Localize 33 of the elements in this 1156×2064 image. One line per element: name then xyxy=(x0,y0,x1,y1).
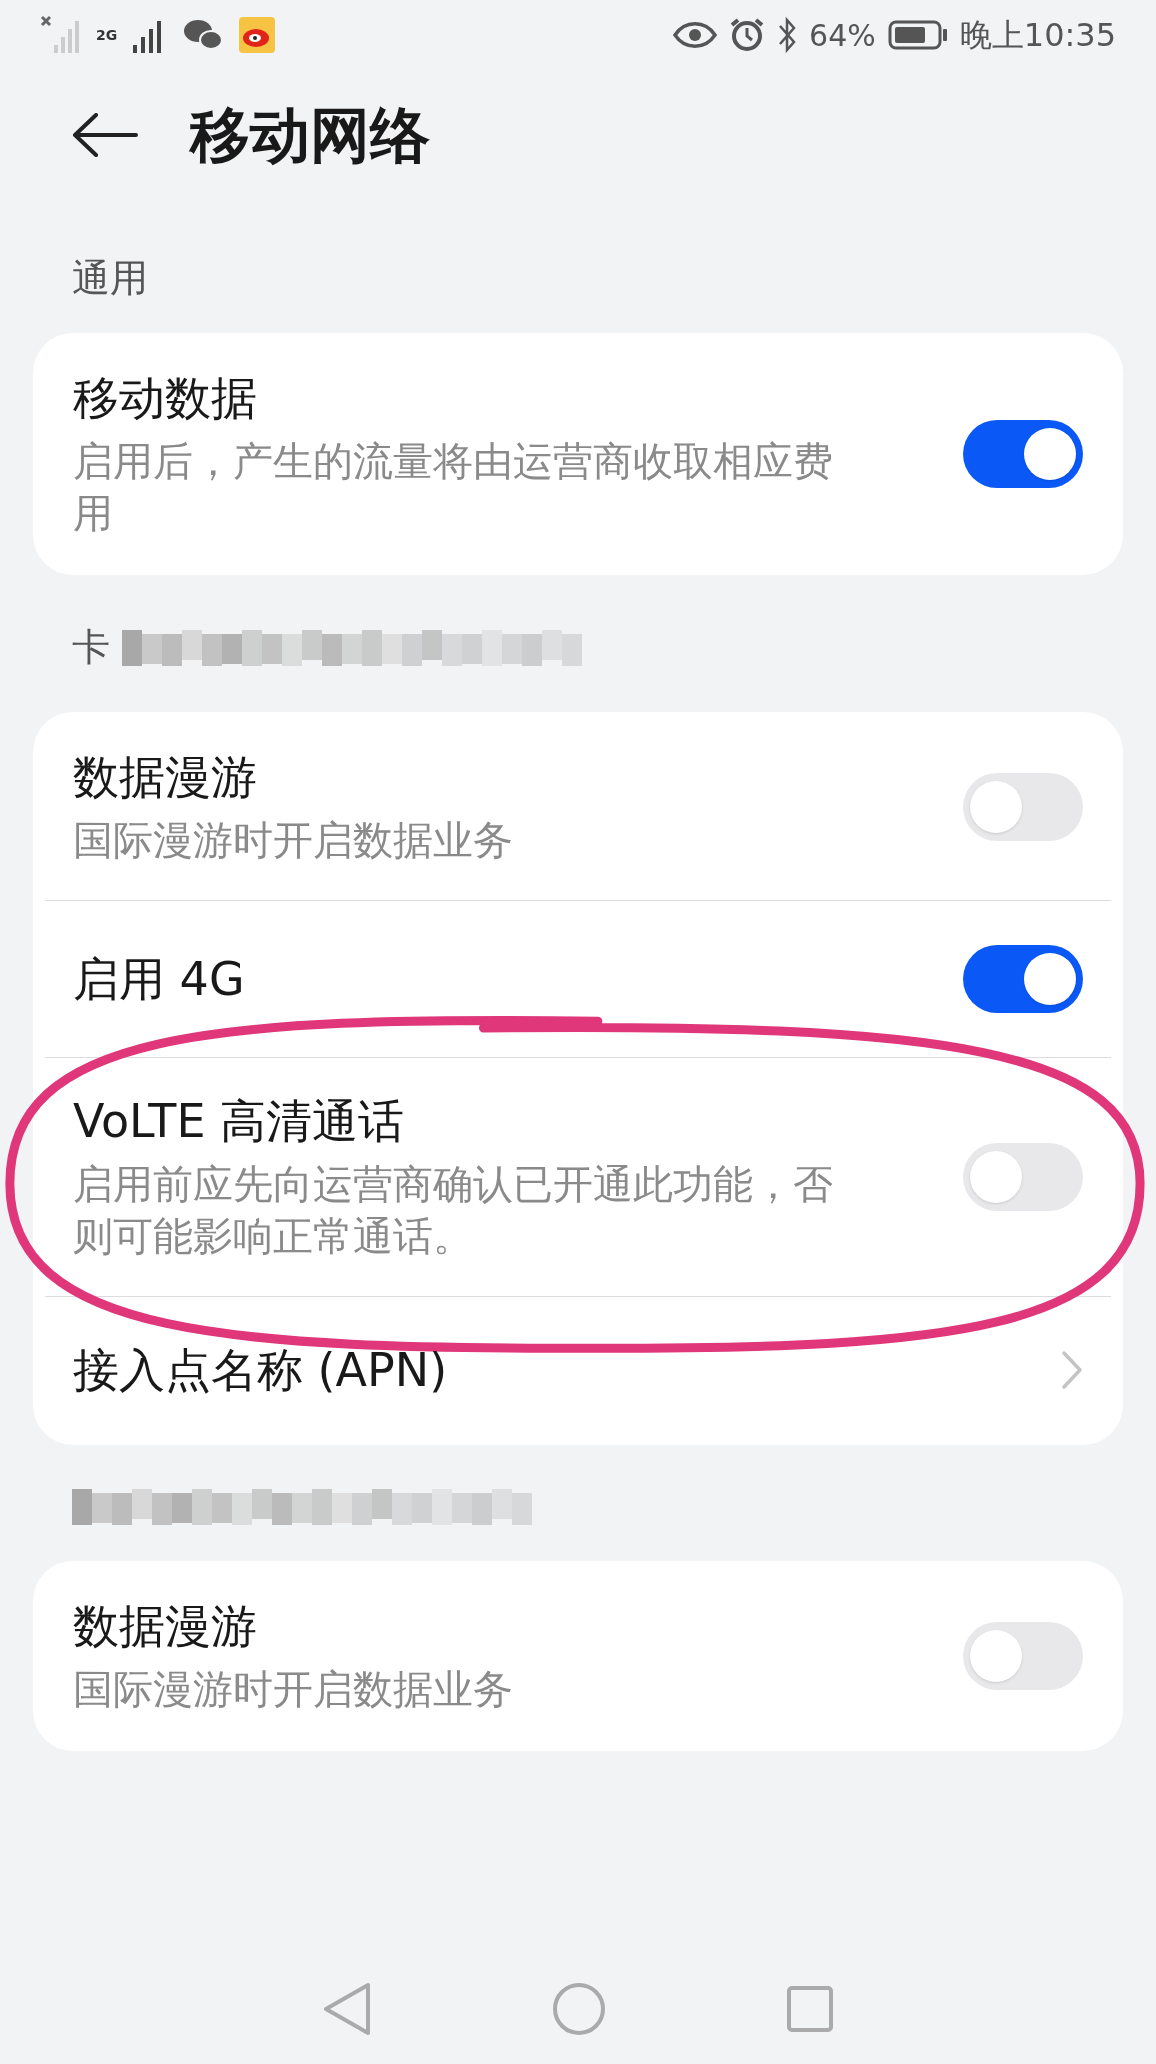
setting-description: 启用前应先向运营商确认已开通此功能，否则可能影响正常通话。 xyxy=(73,1160,834,1261)
setting-row[interactable]: VoLTE 高清通话 启用前应先向运营商确认已开通此功能，否则可能影响正常通话。 xyxy=(33,1058,1123,1296)
eye-logo-icon xyxy=(239,17,276,53)
eye-icon xyxy=(673,20,718,50)
section-heading: 卡 xyxy=(72,624,110,671)
setting-title: 接入点名称 (APN) xyxy=(73,1342,449,1399)
back-arrow-icon[interactable] xyxy=(72,113,138,157)
setting-title: 移动数据 xyxy=(73,370,258,427)
back-triangle-icon[interactable] xyxy=(322,1981,372,2037)
setting-title: VoLTE 高清通话 xyxy=(73,1093,406,1150)
setting-description: 国际漫游时开启数据业务 xyxy=(73,816,514,865)
bluetooth-icon xyxy=(777,16,798,54)
setting-title: 数据漫游 xyxy=(73,749,258,806)
setting-description: 启用后，产生的流量将由运营商收取相应费用 xyxy=(73,437,834,538)
setting-description: 国际漫游时开启数据业务 xyxy=(73,1665,514,1714)
setting-row[interactable]: 启用 4G xyxy=(33,901,1123,1057)
battery-percent: 64% xyxy=(809,16,876,55)
section-heading: 通用 xyxy=(72,255,148,302)
setting-row[interactable]: 移动数据 启用后，产生的流量将由运营商收取相应费用 xyxy=(33,335,1123,573)
setting-title: 数据漫游 xyxy=(73,1598,258,1655)
page-title: 移动网络 xyxy=(190,99,430,172)
setting-row[interactable]: 数据漫游 国际漫游时开启数据业务 xyxy=(33,714,1123,900)
setting-row[interactable]: 接入点名称 (APN) xyxy=(33,1297,1123,1443)
setting-title: 启用 4G xyxy=(73,951,246,1008)
battery-icon xyxy=(887,20,948,50)
chevron-right-icon xyxy=(1061,1350,1083,1390)
network-type-label: 2G xyxy=(96,26,118,45)
alarm-clock-icon xyxy=(729,17,766,53)
setting-row[interactable]: 数据漫游 国际漫游时开启数据业务 xyxy=(33,1563,1123,1749)
home-circle-icon[interactable] xyxy=(552,1982,606,2036)
signal-off-icon xyxy=(40,15,80,55)
square-icon[interactable] xyxy=(786,1985,834,2033)
clock-time: 晚上10:35 xyxy=(959,15,1116,56)
